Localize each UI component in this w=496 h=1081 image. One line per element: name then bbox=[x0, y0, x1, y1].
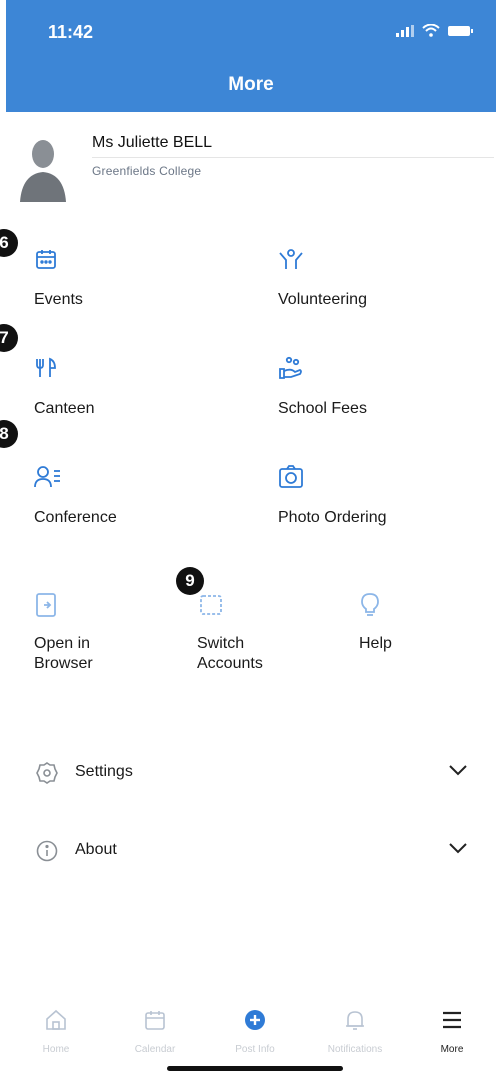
tab-post-info[interactable]: Post Info bbox=[215, 1000, 295, 1060]
page-title: More bbox=[228, 74, 274, 95]
app-header: 11:42 More bbox=[6, 0, 496, 112]
about-row[interactable]: About bbox=[0, 826, 496, 876]
about-label: About bbox=[75, 841, 117, 858]
school-fees-label: School Fees bbox=[278, 400, 367, 417]
canteen-label: Canteen bbox=[34, 400, 95, 417]
bell-icon bbox=[346, 1011, 364, 1030]
open-in-browser-icon bbox=[36, 593, 56, 617]
switch-accounts-icon bbox=[200, 595, 222, 615]
camera-icon bbox=[279, 465, 303, 488]
info-icon bbox=[36, 840, 58, 862]
chevron-down-icon bbox=[449, 843, 467, 854]
conference-label: Conference bbox=[34, 509, 117, 526]
tab-home[interactable]: Home bbox=[16, 1000, 96, 1060]
calendar-icon bbox=[36, 250, 56, 269]
tab-calendar[interactable]: Calendar bbox=[115, 1000, 195, 1060]
gear-icon bbox=[36, 762, 58, 784]
avatar bbox=[20, 140, 66, 202]
annotation-badge-7: 7 bbox=[0, 324, 18, 352]
events-label: Events bbox=[34, 291, 83, 308]
signal-icon bbox=[396, 24, 414, 37]
settings-row[interactable]: Settings bbox=[0, 748, 496, 798]
profile-divider bbox=[92, 157, 494, 158]
tab-calendar-label: Calendar bbox=[134, 1044, 176, 1055]
tab-notifications[interactable]: Notifications bbox=[315, 1000, 395, 1060]
battery-icon bbox=[448, 25, 473, 36]
profile-card[interactable]: Ms Juliette BELL Greenfields College bbox=[0, 112, 496, 202]
annotation-badge-6: 6 bbox=[0, 229, 18, 257]
settings-label: Settings bbox=[75, 763, 133, 780]
person-list-icon bbox=[34, 466, 60, 488]
tab-more-label: More bbox=[440, 1044, 464, 1055]
volunteer-icon bbox=[279, 249, 303, 269]
profile-name: Ms Juliette BELL bbox=[92, 134, 213, 151]
annotation-badge-9: 9 bbox=[176, 567, 204, 595]
status-time: 11:42 bbox=[48, 22, 94, 42]
switch-accounts-label: Switch Accounts bbox=[197, 635, 263, 672]
wifi-icon bbox=[422, 24, 440, 37]
calendar-icon bbox=[145, 1011, 165, 1030]
hand-coins-icon bbox=[279, 356, 302, 379]
tab-post-info-label: Post Info bbox=[235, 1044, 275, 1055]
help-label: Help bbox=[359, 635, 392, 652]
profile-school: Greenfields College bbox=[92, 164, 202, 178]
lightbulb-icon bbox=[361, 593, 379, 616]
annotation-badge-8: 8 bbox=[0, 420, 18, 448]
plus-circle-icon bbox=[245, 1010, 265, 1030]
open-in-browser-label: Open in Browser bbox=[34, 635, 93, 672]
volunteering-label: Volunteering bbox=[278, 291, 367, 308]
home-indicator bbox=[167, 1066, 343, 1071]
home-icon bbox=[46, 1009, 66, 1030]
chevron-down-icon bbox=[449, 765, 467, 776]
tab-more[interactable]: More bbox=[412, 1000, 492, 1060]
photo-ordering-label: Photo Ordering bbox=[278, 509, 387, 526]
tab-home-label: Home bbox=[42, 1044, 70, 1055]
utensils-icon bbox=[36, 357, 56, 377]
tab-notifications-label: Notifications bbox=[327, 1044, 383, 1055]
menu-icon bbox=[443, 1011, 461, 1029]
tab-bar: Home Calendar Post Info Notifications Mo… bbox=[0, 1000, 496, 1060]
status-icons bbox=[396, 24, 474, 37]
